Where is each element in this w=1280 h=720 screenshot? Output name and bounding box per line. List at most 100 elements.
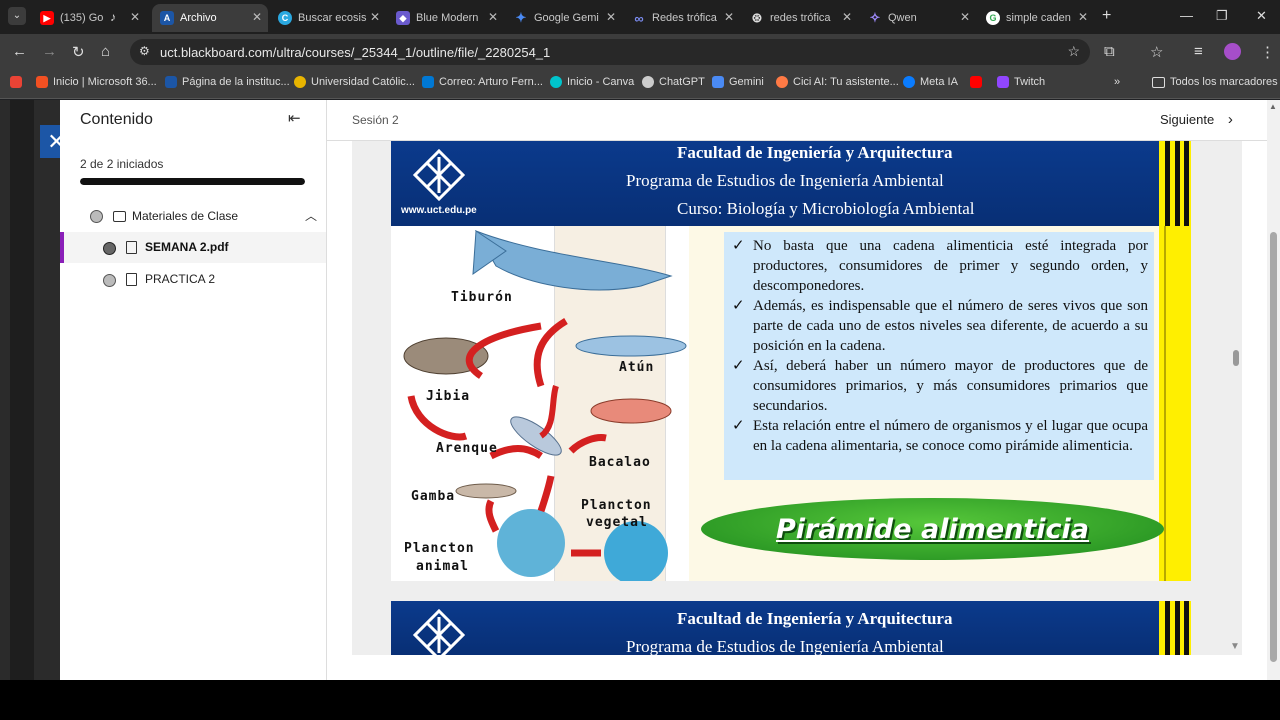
panel-title: Contenido bbox=[80, 111, 153, 128]
black-stripe bbox=[1184, 141, 1189, 226]
scrollbar-thumb[interactable] bbox=[1270, 232, 1277, 662]
close-window-icon[interactable]: ✕ bbox=[1256, 8, 1267, 24]
folder-label: Materiales de Clase bbox=[132, 209, 239, 223]
bookmark-correo[interactable]: Correo: Arturo Fern... bbox=[422, 76, 543, 88]
label-plancton-vegetal-2: vegetal bbox=[586, 515, 648, 530]
more-bookmarks-icon[interactable]: » bbox=[1114, 76, 1120, 88]
site-info-icon[interactable]: ⚙ bbox=[139, 44, 150, 58]
slide-header: www.uct.edu.pe Facultad de Ingeniería y … bbox=[391, 141, 1159, 226]
label-gamba: Gamba bbox=[411, 489, 456, 504]
tab-archivo[interactable]: A Archivo ✕ bbox=[152, 4, 268, 32]
media-control-icon[interactable]: ≡ bbox=[1194, 43, 1203, 60]
tab-redes-troficas-2[interactable]: ⊛ redes trófica ✕ bbox=[742, 4, 858, 32]
back-icon[interactable]: ← bbox=[12, 43, 27, 60]
tab-qwen[interactable]: ✧ Qwen ✕ bbox=[860, 4, 976, 32]
scroll-up-icon[interactable]: ▲ bbox=[1269, 102, 1277, 111]
label-arenque: Arenque bbox=[436, 441, 498, 456]
bookmark-institucion[interactable]: Página de la instituc... bbox=[165, 76, 290, 88]
bookmark-gemini[interactable]: Gemini bbox=[712, 76, 764, 88]
cici-icon bbox=[776, 76, 788, 88]
course-nav-strip bbox=[10, 100, 34, 680]
tab-title: Google Gemi bbox=[534, 12, 599, 24]
page-scrollbar[interactable]: ▲ bbox=[1267, 100, 1280, 680]
bookmark-label: Página de la instituc... bbox=[182, 76, 290, 88]
bookmark-label: Twitch bbox=[1014, 76, 1046, 88]
tab-close-icon[interactable]: ✕ bbox=[370, 10, 380, 24]
tab-title: Buscar ecosis bbox=[298, 12, 367, 24]
new-tab-icon[interactable]: + bbox=[1102, 7, 1111, 25]
bookmark-label: Inicio - Canva bbox=[567, 76, 635, 88]
pdf-page-1: www.uct.edu.pe Facultad de Ingeniería y … bbox=[391, 141, 1191, 581]
bookmark-universidad[interactable]: Universidad Católic... bbox=[294, 76, 415, 88]
folder-icon bbox=[113, 211, 126, 222]
bookmark-star-icon[interactable]: ☆ bbox=[1067, 43, 1080, 60]
forward-icon[interactable]: → bbox=[42, 43, 57, 60]
list-item-practica2[interactable]: PRACTICA 2 bbox=[60, 265, 326, 295]
bookmark-label: Inicio | Microsoft 36... bbox=[53, 76, 157, 88]
bookmark-youtube[interactable] bbox=[970, 76, 987, 88]
all-bookmarks-folder[interactable]: Todos los marcadores bbox=[1152, 76, 1278, 88]
tab-close-icon[interactable]: ✕ bbox=[130, 10, 140, 24]
tab-close-icon[interactable]: ✕ bbox=[606, 10, 616, 24]
black-stripe bbox=[1165, 141, 1170, 226]
reading-list-icon[interactable]: ☆ bbox=[1150, 43, 1163, 61]
tab-search-menu-button[interactable]: ⌄ bbox=[8, 7, 26, 25]
scroll-down-icon[interactable]: ▼ bbox=[1230, 641, 1240, 652]
microsoft-icon bbox=[36, 76, 48, 88]
selected-indicator bbox=[60, 232, 64, 263]
food-web-diagram: Tiburón Atún Jibia Arenque Bacalao Gamba… bbox=[391, 226, 689, 581]
chevron-up-icon[interactable]: ︿ bbox=[305, 207, 317, 224]
bullet-text: Además, es indispensable que el número d… bbox=[753, 298, 1148, 354]
tab-close-icon[interactable]: ✕ bbox=[960, 10, 970, 24]
blackboard-icon bbox=[165, 76, 177, 88]
progress-fill bbox=[80, 178, 305, 185]
pdf-bottom-bar bbox=[352, 655, 1242, 680]
bookmark-chatgpt[interactable]: ChatGPT bbox=[642, 76, 705, 88]
bookmark-microsoft365[interactable]: Inicio | Microsoft 36... bbox=[36, 76, 157, 88]
folder-row[interactable]: Materiales de Clase ︿ bbox=[60, 202, 326, 230]
site-url: www.uct.edu.pe bbox=[401, 205, 477, 216]
bookmark-twitch[interactable]: Twitch bbox=[997, 76, 1045, 88]
speaker-icon[interactable]: ♪ bbox=[110, 10, 116, 24]
tab-simple-cadena[interactable]: G simple caden ✕ bbox=[978, 4, 1094, 32]
label-plancton-animal-2: animal bbox=[416, 559, 469, 574]
tab-close-icon[interactable]: ✕ bbox=[488, 10, 498, 24]
tab-close-icon[interactable]: ✕ bbox=[842, 10, 852, 24]
home-icon[interactable]: ⌂ bbox=[101, 43, 110, 60]
bookmark-cici[interactable]: Cici AI: Tu asistente... bbox=[776, 76, 899, 88]
content-panel: Contenido ⇤ 2 de 2 iniciados Materiales … bbox=[60, 100, 327, 680]
restore-icon[interactable]: ❐ bbox=[1216, 8, 1228, 24]
minimize-icon[interactable]: — bbox=[1180, 8, 1193, 23]
list-item-semana2[interactable]: SEMANA 2.pdf bbox=[60, 232, 326, 263]
list-item-label: SEMANA 2.pdf bbox=[145, 240, 229, 254]
gemini-icon: ✦ bbox=[515, 10, 527, 25]
next-button[interactable]: Siguiente › bbox=[1160, 111, 1233, 128]
tab-youtube[interactable]: ▶ (135) Go ♪ ✕ bbox=[32, 4, 146, 32]
tab-blue-modern[interactable]: ◆ Blue Modern ✕ bbox=[388, 4, 504, 32]
tab-redes-troficas-1[interactable]: ∞ Redes trófica ✕ bbox=[624, 4, 740, 32]
url-field[interactable]: ⚙ uct.blackboard.com/ultra/courses/_2534… bbox=[130, 39, 1090, 65]
tab-google-gemini[interactable]: ✦ Google Gemi ✕ bbox=[506, 4, 622, 32]
tab-close-icon[interactable]: ✕ bbox=[1078, 10, 1088, 24]
tab-close-icon[interactable]: ✕ bbox=[724, 10, 734, 24]
collapse-panel-icon[interactable]: ⇤ bbox=[288, 109, 301, 127]
menu-icon[interactable]: ⋮ bbox=[1260, 43, 1275, 61]
gmail-icon bbox=[10, 76, 22, 88]
shield-icon: ◆ bbox=[396, 11, 410, 25]
bookmark-label: ChatGPT bbox=[659, 76, 705, 88]
tab-buscar-ecosis[interactable]: C Buscar ecosis ✕ bbox=[270, 4, 386, 32]
check-icon: ✓ bbox=[732, 358, 745, 374]
document-icon bbox=[126, 241, 137, 254]
extensions-icon[interactable]: ⧉ bbox=[1104, 43, 1115, 60]
pyramid-title-oval: Pirámide alimenticia bbox=[701, 498, 1164, 560]
bullet-text: Así, deberá haber un número mayor de pro… bbox=[753, 358, 1148, 414]
reload-icon[interactable]: ↻ bbox=[72, 43, 85, 61]
gmail-bookmark[interactable] bbox=[10, 76, 27, 88]
bookmark-canva[interactable]: Inicio - Canva bbox=[550, 76, 634, 88]
viewer-scroll-thumb[interactable] bbox=[1233, 350, 1239, 366]
label-bacalao: Bacalao bbox=[589, 455, 651, 470]
tab-close-icon[interactable]: ✕ bbox=[252, 10, 262, 24]
bookmark-meta-ia[interactable]: Meta IA bbox=[903, 76, 958, 88]
profile-avatar[interactable] bbox=[1224, 43, 1241, 60]
canva-icon: C bbox=[278, 11, 292, 25]
